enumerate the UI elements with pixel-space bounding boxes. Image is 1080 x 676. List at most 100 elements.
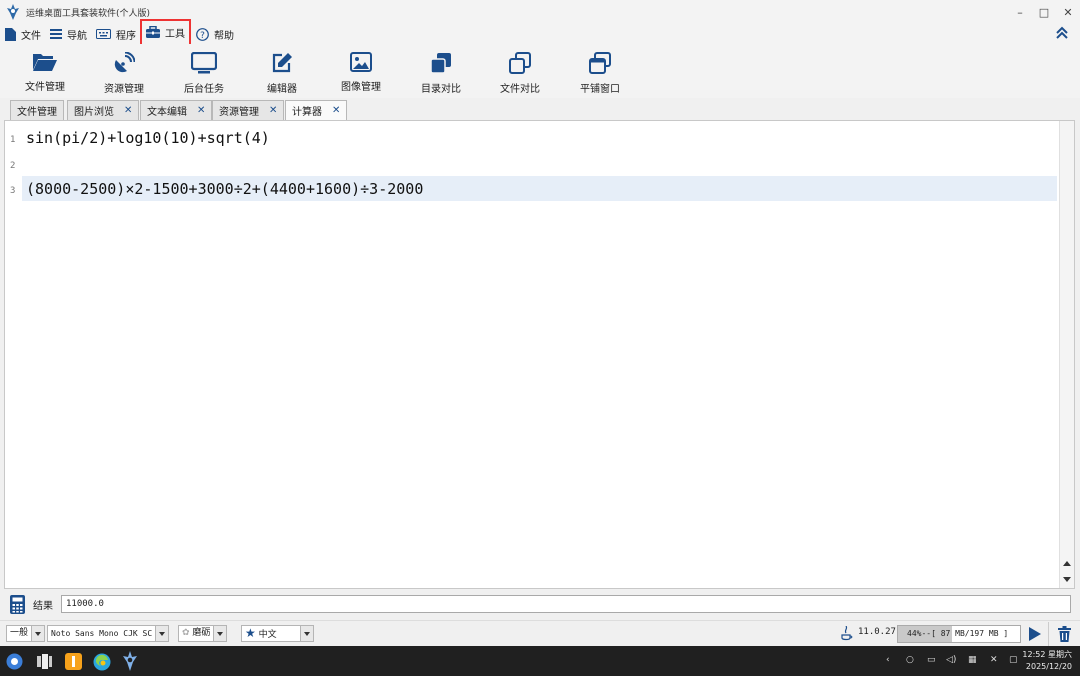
minimize-button[interactable]: – (1008, 6, 1032, 19)
image-icon (350, 52, 372, 72)
tab-close-icon[interactable]: ✕ (332, 105, 340, 116)
list-icon (50, 29, 62, 39)
tab-close-icon[interactable]: ✕ (124, 105, 132, 116)
code-line[interactable]: sin(pi/2)+log10(10)+sqrt(4) (26, 129, 270, 147)
code-line[interactable]: (8000-2500)×2-1500+3000÷2+(4400+1600)÷3-… (26, 180, 423, 198)
tool-directory-compare[interactable]: 目录对比 (402, 48, 480, 98)
font-select[interactable]: Noto Sans Mono CJK SC (47, 625, 170, 642)
collapse-ribbon-icon[interactable] (1056, 26, 1068, 40)
line-number: 1 (10, 135, 16, 145)
notification-icon[interactable]: ▢ (1009, 655, 1018, 665)
menu-tools[interactable]: 工具 (140, 18, 191, 46)
tab-resource-manager[interactable]: 资源管理 ✕ (212, 100, 285, 120)
result-field[interactable]: 11000.0 (61, 595, 1071, 613)
tool-directory-compare-label: 目录对比 (421, 84, 461, 95)
tool-editor[interactable]: 编辑器 (243, 48, 321, 98)
tool-resource-manager[interactable]: 资源管理 (85, 48, 163, 98)
monitor-icon (191, 52, 217, 74)
close-window-button[interactable]: ✕ (1056, 6, 1080, 19)
copy-filled-icon (430, 53, 451, 74)
file-icon (5, 27, 16, 41)
tool-image-manager-label: 图像管理 (341, 82, 381, 93)
app-taskbar-icon[interactable] (122, 651, 138, 671)
scroll-down-icon[interactable] (1063, 577, 1071, 582)
keyboard-tray-icon[interactable]: ▦ (968, 655, 977, 665)
network-icon[interactable]: ✕ (990, 655, 998, 665)
tool-file-compare[interactable]: 文件对比 (481, 48, 559, 98)
tool-image-manager[interactable]: 图像管理 (322, 48, 400, 98)
tool-tile-windows[interactable]: 平铺窗口 (561, 48, 639, 98)
scroll-up-icon[interactable] (1063, 561, 1071, 566)
calculator-editor[interactable]: 1 sin(pi/2)+log10(10)+sqrt(4) 2 3 (8000-… (4, 120, 1075, 589)
search-icon[interactable]: ○ (906, 655, 914, 665)
launcher-icon[interactable] (6, 653, 23, 670)
menu-navigate[interactable]: 导航 (45, 24, 91, 44)
menu-program-label: 程序 (116, 30, 136, 42)
calculator-icon (10, 594, 25, 614)
browser-icon[interactable] (93, 653, 111, 671)
line-number: 2 (10, 161, 16, 171)
edit-icon (272, 53, 292, 73)
result-label: 结果 (33, 600, 53, 612)
tab-calculator[interactable]: 计算器 ✕ (285, 100, 348, 120)
tab-file-manager[interactable]: 文件管理 (10, 100, 64, 120)
language-label: 中文 (258, 630, 277, 640)
tab-image-browser[interactable]: 图片浏览 ✕ (67, 100, 140, 120)
result-bar: 结果 11000.0 (4, 590, 1075, 618)
star-icon: ★ (245, 626, 256, 640)
status-bar: 一般 Noto Sans Mono CJK SC ✿ 磨砺 ★ 中文 11.0.… (0, 620, 1080, 646)
play-icon[interactable] (1028, 626, 1042, 642)
language-value: ★ 中文 (241, 625, 301, 642)
theme-label: 磨砺 (192, 628, 211, 638)
screen-icon[interactable]: ▭ (927, 655, 936, 665)
menu-bar: 文件 导航 程序 工具 ? 帮助 (0, 18, 1080, 46)
menu-help-label: 帮助 (214, 30, 234, 42)
chevron-down-icon[interactable] (156, 625, 170, 642)
menu-tools-label: 工具 (165, 28, 185, 40)
chevron-down-icon[interactable] (301, 625, 314, 642)
ribbon-toolbar: 文件管理 资源管理 后台任务 编辑器 图像管理 目录对比 文件对比 平铺窗口 (0, 44, 1080, 98)
os-taskbar: ‹ ○ ▭ ◁) ▦ ✕ ▢ 12:52 星期六 2025/12/20 (0, 646, 1080, 676)
app-logo-icon (7, 4, 19, 20)
menu-help[interactable]: ? 帮助 (191, 24, 238, 44)
windows-icon (589, 52, 611, 74)
java-icon (841, 626, 853, 641)
memory-usage-bar[interactable]: 44%--[ 87 MB/197 MB ] (897, 625, 1021, 643)
tab-bar: 文件管理 图片浏览 ✕ 文本编辑 ✕ 资源管理 ✕ 计算器 ✕ (0, 98, 1080, 120)
tab-close-icon[interactable]: ✕ (197, 105, 205, 116)
tool-file-manager[interactable]: 文件管理 (6, 48, 84, 98)
menu-file[interactable]: 文件 (0, 24, 45, 44)
window-title: 运维桌面工具套装软件(个人版) (26, 8, 151, 19)
mode-select[interactable]: 一般 (6, 625, 46, 642)
divider (1048, 622, 1049, 646)
language-select[interactable]: ★ 中文 (241, 625, 314, 642)
tab-close-icon[interactable]: ✕ (269, 105, 277, 116)
keyboard-icon (96, 29, 111, 39)
chevron-left-icon[interactable]: ‹ (886, 655, 890, 665)
satellite-dish-icon (114, 52, 135, 73)
chevron-down-icon[interactable] (214, 625, 228, 642)
menu-navigate-label: 导航 (67, 30, 87, 42)
toolbox-icon (146, 26, 160, 38)
taskbar-clock[interactable]: 12:52 星期六 2025/12/20 (1022, 649, 1072, 673)
tool-resource-manager-label: 资源管理 (104, 84, 144, 95)
menu-file-label: 文件 (21, 30, 41, 42)
tool-background-tasks[interactable]: 后台任务 (165, 48, 243, 98)
theme-select[interactable]: ✿ 磨砺 (178, 625, 228, 642)
tab-label: 计算器 (292, 107, 322, 118)
theme-value: ✿ 磨砺 (178, 625, 215, 642)
vertical-scrollbar[interactable] (1059, 121, 1074, 588)
volume-icon[interactable]: ◁) (946, 655, 956, 665)
tool-background-tasks-label: 后台任务 (184, 84, 224, 95)
trash-icon[interactable] (1058, 626, 1071, 642)
multitask-view-icon[interactable] (36, 653, 53, 670)
menu-program[interactable]: 程序 (91, 24, 140, 44)
tab-label: 文本编辑 (147, 107, 187, 118)
tool-file-compare-label: 文件对比 (500, 84, 540, 95)
restore-button[interactable]: □ (1032, 6, 1056, 19)
clock-date: 2025/12/20 (1025, 662, 1072, 671)
tab-text-editor[interactable]: 文本编辑 ✕ (140, 100, 213, 120)
window-controls: – □ ✕ (1008, 0, 1080, 24)
file-manager-app-icon[interactable] (65, 653, 82, 670)
chevron-down-icon[interactable] (32, 625, 46, 642)
